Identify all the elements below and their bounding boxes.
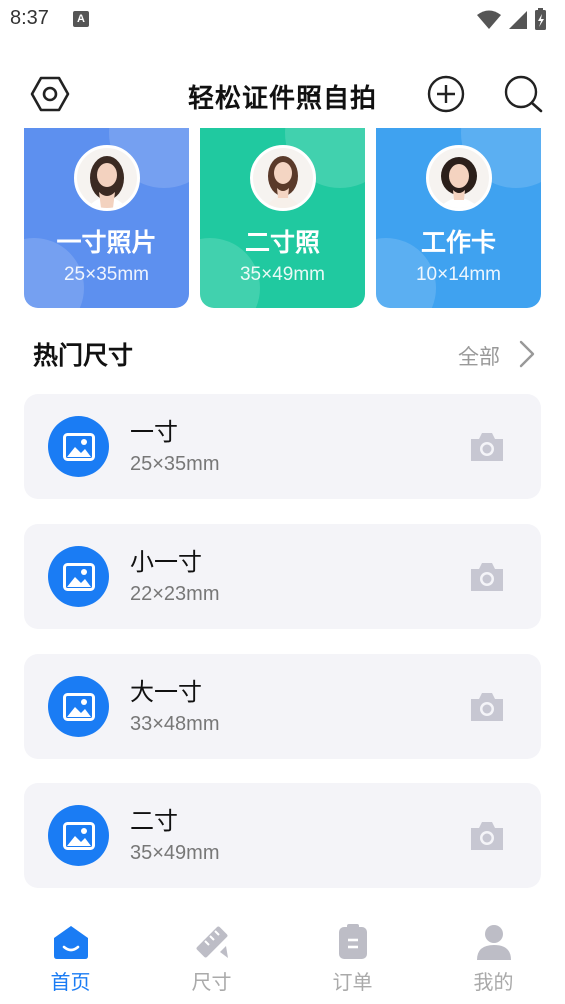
image-icon [48,416,109,477]
nav-tab-profile[interactable]: 我的 [423,912,564,1004]
image-icon [48,805,109,866]
nav-label: 尺寸 [191,970,232,994]
card-one-inch[interactable]: 一寸照片 25×35mm [24,128,189,308]
ruler-icon [196,926,228,958]
add-button[interactable] [426,74,466,114]
card-size: 25×35mm [63,264,150,285]
size-name: 二寸 [130,807,178,835]
size-name: 一寸 [130,418,178,446]
size-name: 大一寸 [130,678,202,706]
home-icon [53,926,88,959]
status-bar: 8:37 A [0,0,565,40]
see-all-link[interactable]: 全部 [458,341,500,371]
image-icon [48,676,109,737]
portrait-image [252,148,313,208]
card-title: 工作卡 [420,228,496,257]
notification-a-icon: A [73,11,89,27]
chevron-right-icon[interactable] [517,339,537,369]
camera-icon[interactable] [468,560,506,594]
nav-tab-home[interactable]: 首页 [0,912,141,1004]
size-dimensions: 35×49mm [130,842,220,864]
size-list-item[interactable]: 一寸 25×35mm [24,394,541,499]
user-icon [476,925,511,960]
bottom-nav: 首页 尺寸 订单 我的 [0,912,565,1004]
search-icon [504,75,543,113]
nav-label: 首页 [50,970,91,994]
image-icon [48,546,109,607]
nav-label: 订单 [332,970,373,994]
card-size: 35×49mm [239,264,326,285]
portrait-image [428,148,489,208]
feature-cards: 一寸照片 25×35mm 二寸照 35×49mm 工作卡 10×14mm [24,128,541,308]
nav-label: 我的 [473,970,514,994]
wifi-icon [477,10,501,29]
card-work-badge[interactable]: 工作卡 10×14mm [376,128,541,308]
status-icons [477,8,546,30]
portrait-avatar [73,145,140,211]
camera-icon[interactable] [468,430,506,464]
size-name: 小一寸 [130,548,202,576]
order-clipboard-icon [338,924,367,959]
camera-icon[interactable] [468,819,506,853]
size-list-item[interactable]: 二寸 35×49mm [24,783,541,888]
portrait-avatar [249,145,316,211]
portrait-avatar [425,145,492,211]
status-time: 8:37 [10,7,49,29]
section-title: 热门尺寸 [33,341,134,370]
nav-tab-orders[interactable]: 订单 [282,912,423,1004]
page-title: 轻松证件照自拍 [187,84,377,114]
header: 轻松证件照自拍 [0,64,565,124]
size-list-item[interactable]: 大一寸 33×48mm [24,654,541,759]
card-size: 10×14mm [415,264,502,285]
size-dimensions: 33×48mm [130,713,220,735]
nav-tab-sizes[interactable]: 尺寸 [141,912,282,1004]
camera-icon[interactable] [468,690,506,724]
size-dimensions: 22×23mm [130,583,220,605]
plus-circle-icon [427,75,465,113]
app-screen: 8:37 A 轻松证件照自拍 一寸照片 25×35mm 二寸照 35×49mm … [0,0,565,1004]
portrait-image [76,148,137,208]
search-button[interactable] [503,74,543,114]
card-two-inch[interactable]: 二寸照 35×49mm [200,128,365,308]
card-title: 一寸照片 [56,228,157,257]
signal-icon [509,11,527,29]
size-dimensions: 25×35mm [130,453,220,475]
size-list-item[interactable]: 小一寸 22×23mm [24,524,541,629]
card-title: 二寸照 [244,228,320,257]
